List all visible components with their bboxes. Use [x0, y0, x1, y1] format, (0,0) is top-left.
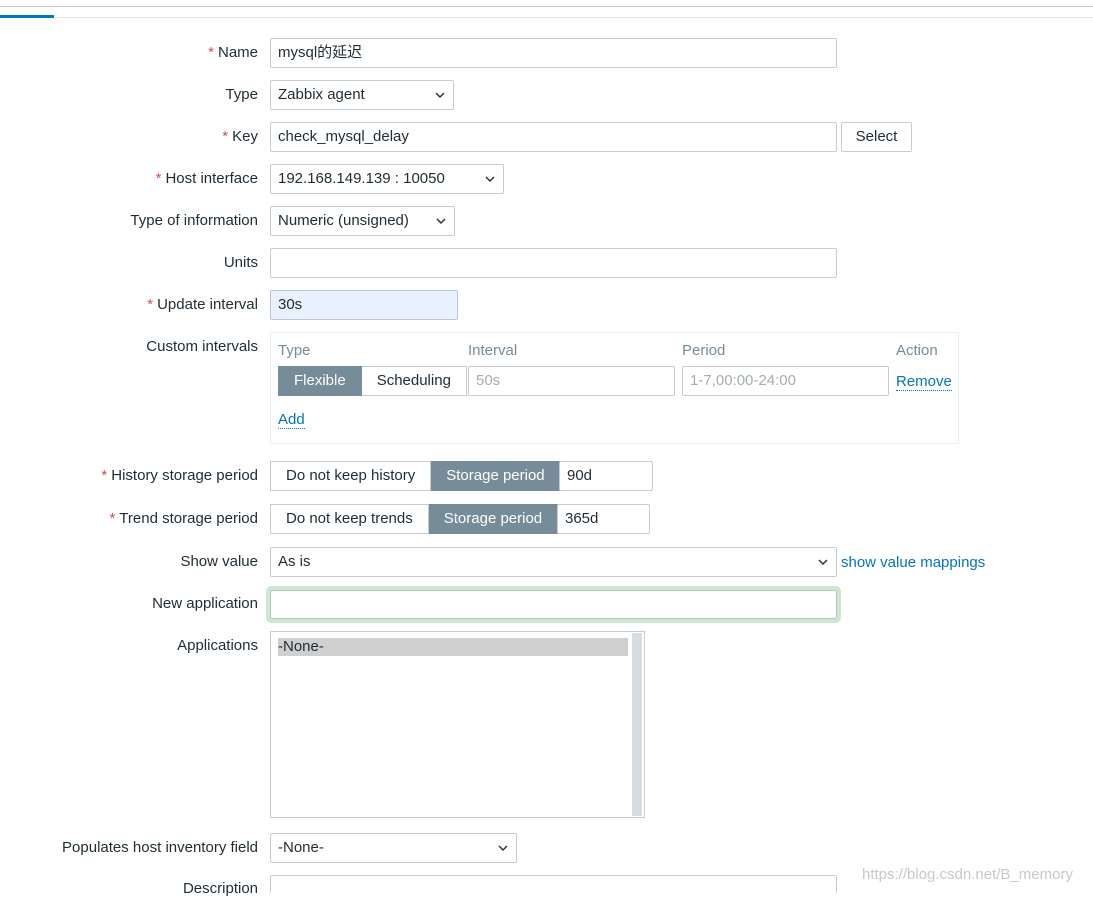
scheduling-option[interactable]: Scheduling [361, 366, 467, 396]
type-of-information-value: Numeric (unsigned) [278, 212, 409, 229]
chevron-down-icon [436, 218, 446, 224]
trend-storage-toggle: Do not keep trends Storage period [270, 504, 559, 534]
show-value-mappings-link[interactable]: show value mappings [841, 554, 985, 571]
custom-intervals-table: Type Interval Period Action Flexible Sch… [270, 332, 959, 444]
show-value-label: Show value [180, 553, 258, 570]
inventory-field-value: -None- [278, 839, 324, 856]
col-header-action: Action [896, 342, 938, 359]
list-item[interactable]: -None- [278, 638, 628, 656]
units-input[interactable] [270, 248, 837, 278]
update-interval-input[interactable]: 30s [270, 290, 458, 320]
trend-storage-label: * Trend storage period [109, 510, 258, 527]
name-input[interactable]: mysql的延迟 [270, 38, 837, 68]
remove-interval-link[interactable]: Remove [896, 373, 952, 391]
host-interface-label: * Host interface [155, 170, 258, 187]
history-storage-period-option[interactable]: Storage period [431, 461, 561, 491]
type-of-information-select[interactable]: Numeric (unsigned) [270, 206, 455, 236]
chevron-down-icon [485, 176, 495, 182]
history-storage-toggle: Do not keep history Storage period [270, 461, 561, 491]
type-label: Type [225, 86, 258, 103]
description-textarea[interactable] [270, 875, 837, 893]
applications-listbox[interactable]: -None- [270, 631, 645, 818]
trend-storage-input[interactable]: 365d [557, 504, 650, 534]
key-label: * Key [222, 128, 258, 145]
applications-label: Applications [177, 637, 258, 654]
col-header-period: Period [682, 342, 726, 359]
new-application-input[interactable] [270, 590, 837, 619]
description-label: Description [182, 880, 258, 897]
add-interval-link[interactable]: Add [278, 411, 305, 429]
col-header-type: Type [278, 342, 311, 359]
key-input[interactable]: check_mysql_delay [270, 122, 837, 152]
inventory-field-label: Populates host inventory field [62, 839, 258, 856]
listbox-scrollbar[interactable] [632, 633, 642, 816]
units-label: Units [223, 254, 258, 271]
update-interval-label: * Update interval [147, 296, 258, 313]
host-interface-value: 192.168.149.139 : 10050 [278, 170, 445, 187]
interval-type-toggle: Flexible Scheduling [278, 366, 467, 396]
custom-period-input[interactable]: 1-7,00:00-24:00 [682, 366, 889, 396]
new-application-label: New application [152, 595, 258, 612]
type-select-value: Zabbix agent [278, 86, 365, 103]
do-not-keep-history-option[interactable]: Do not keep history [270, 461, 432, 491]
trend-storage-period-option[interactable]: Storage period [428, 504, 559, 534]
tab-divider [0, 17, 1093, 18]
key-select-button[interactable]: Select [841, 122, 912, 152]
show-value-value: As is [278, 553, 311, 570]
custom-intervals-label: Custom intervals [146, 338, 258, 355]
name-label: * Name [208, 44, 258, 61]
type-select[interactable]: Zabbix agent [270, 80, 454, 110]
flexible-option[interactable]: Flexible [278, 366, 362, 396]
chevron-down-icon [435, 92, 445, 98]
chevron-down-icon [498, 845, 508, 851]
top-tab-bar [0, 0, 1093, 18]
history-storage-label: * History storage period [101, 467, 258, 484]
history-storage-input[interactable]: 90d [559, 461, 653, 491]
custom-interval-input[interactable]: 50s [468, 366, 675, 396]
chevron-down-icon [818, 559, 828, 565]
host-interface-select[interactable]: 192.168.149.139 : 10050 [270, 164, 504, 194]
col-header-interval: Interval [468, 342, 518, 359]
type-of-information-label: Type of information [130, 212, 258, 229]
active-tab-indicator[interactable] [0, 15, 54, 18]
top-divider [0, 6, 1093, 7]
inventory-field-select[interactable]: -None- [270, 833, 517, 863]
do-not-keep-trends-option[interactable]: Do not keep trends [270, 504, 429, 534]
show-value-select[interactable]: As is [270, 547, 837, 577]
watermark: https://blog.csdn.net/B_memory [862, 866, 1073, 883]
